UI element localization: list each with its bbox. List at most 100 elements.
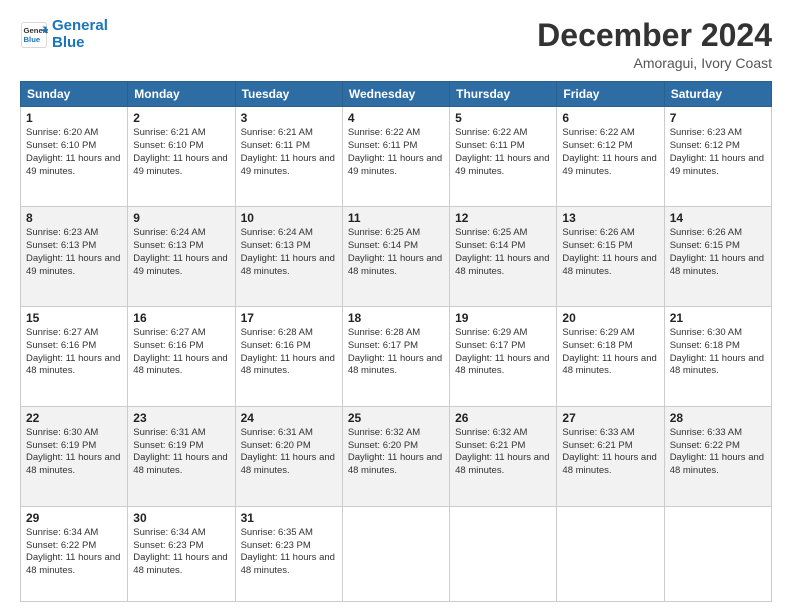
day-info: Sunrise: 6:30 AMSunset: 6:18 PMDaylight:…	[670, 327, 764, 376]
calendar-body: 1 Sunrise: 6:20 AMSunset: 6:10 PMDayligh…	[21, 107, 772, 602]
day-number: 13	[562, 211, 658, 225]
day-info: Sunrise: 6:23 AMSunset: 6:13 PMDaylight:…	[26, 227, 120, 276]
calendar-cell: 22 Sunrise: 6:30 AMSunset: 6:19 PMDaylig…	[21, 406, 128, 506]
calendar-cell: 8 Sunrise: 6:23 AMSunset: 6:13 PMDayligh…	[21, 207, 128, 307]
day-info: Sunrise: 6:32 AMSunset: 6:21 PMDaylight:…	[455, 427, 549, 476]
day-info: Sunrise: 6:27 AMSunset: 6:16 PMDaylight:…	[133, 327, 227, 376]
day-number: 3	[241, 111, 337, 125]
day-number: 16	[133, 311, 229, 325]
calendar-cell: 30 Sunrise: 6:34 AMSunset: 6:23 PMDaylig…	[128, 506, 235, 601]
day-number: 30	[133, 511, 229, 525]
day-info: Sunrise: 6:25 AMSunset: 6:14 PMDaylight:…	[455, 227, 549, 276]
title-block: December 2024 Amoragui, Ivory Coast	[537, 18, 772, 71]
day-info: Sunrise: 6:35 AMSunset: 6:23 PMDaylight:…	[241, 527, 335, 576]
day-number: 25	[348, 411, 444, 425]
day-info: Sunrise: 6:22 AMSunset: 6:11 PMDaylight:…	[348, 127, 442, 176]
day-number: 27	[562, 411, 658, 425]
day-info: Sunrise: 6:33 AMSunset: 6:21 PMDaylight:…	[562, 427, 656, 476]
day-number: 12	[455, 211, 551, 225]
calendar-table: SundayMondayTuesdayWednesdayThursdayFrid…	[20, 81, 772, 602]
calendar-cell: 21 Sunrise: 6:30 AMSunset: 6:18 PMDaylig…	[664, 306, 771, 406]
main-title: December 2024	[537, 18, 772, 53]
day-number: 23	[133, 411, 229, 425]
day-info: Sunrise: 6:26 AMSunset: 6:15 PMDaylight:…	[562, 227, 656, 276]
calendar-cell: 28 Sunrise: 6:33 AMSunset: 6:22 PMDaylig…	[664, 406, 771, 506]
day-number: 20	[562, 311, 658, 325]
calendar-day-header: Sunday	[21, 82, 128, 107]
calendar-day-header: Saturday	[664, 82, 771, 107]
calendar-cell: 25 Sunrise: 6:32 AMSunset: 6:20 PMDaylig…	[342, 406, 449, 506]
calendar-cell: 16 Sunrise: 6:27 AMSunset: 6:16 PMDaylig…	[128, 306, 235, 406]
calendar-cell: 9 Sunrise: 6:24 AMSunset: 6:13 PMDayligh…	[128, 207, 235, 307]
calendar-cell: 29 Sunrise: 6:34 AMSunset: 6:22 PMDaylig…	[21, 506, 128, 601]
day-info: Sunrise: 6:22 AMSunset: 6:12 PMDaylight:…	[562, 127, 656, 176]
calendar-cell: 15 Sunrise: 6:27 AMSunset: 6:16 PMDaylig…	[21, 306, 128, 406]
calendar-cell: 31 Sunrise: 6:35 AMSunset: 6:23 PMDaylig…	[235, 506, 342, 601]
day-info: Sunrise: 6:27 AMSunset: 6:16 PMDaylight:…	[26, 327, 120, 376]
day-number: 22	[26, 411, 122, 425]
day-number: 9	[133, 211, 229, 225]
day-info: Sunrise: 6:24 AMSunset: 6:13 PMDaylight:…	[241, 227, 335, 276]
calendar-day-header: Friday	[557, 82, 664, 107]
calendar-cell: 23 Sunrise: 6:31 AMSunset: 6:19 PMDaylig…	[128, 406, 235, 506]
calendar-cell: 10 Sunrise: 6:24 AMSunset: 6:13 PMDaylig…	[235, 207, 342, 307]
day-info: Sunrise: 6:29 AMSunset: 6:18 PMDaylight:…	[562, 327, 656, 376]
calendar-cell: 17 Sunrise: 6:28 AMSunset: 6:16 PMDaylig…	[235, 306, 342, 406]
calendar-week-row: 22 Sunrise: 6:30 AMSunset: 6:19 PMDaylig…	[21, 406, 772, 506]
day-info: Sunrise: 6:28 AMSunset: 6:17 PMDaylight:…	[348, 327, 442, 376]
calendar-cell: 26 Sunrise: 6:32 AMSunset: 6:21 PMDaylig…	[450, 406, 557, 506]
day-info: Sunrise: 6:31 AMSunset: 6:19 PMDaylight:…	[133, 427, 227, 476]
calendar-cell: 24 Sunrise: 6:31 AMSunset: 6:20 PMDaylig…	[235, 406, 342, 506]
day-number: 21	[670, 311, 766, 325]
day-number: 28	[670, 411, 766, 425]
day-number: 17	[241, 311, 337, 325]
day-number: 26	[455, 411, 551, 425]
calendar-cell: 5 Sunrise: 6:22 AMSunset: 6:11 PMDayligh…	[450, 107, 557, 207]
calendar-cell	[557, 506, 664, 601]
page: General Blue GeneralBlue December 2024 A…	[0, 0, 792, 612]
calendar-cell: 1 Sunrise: 6:20 AMSunset: 6:10 PMDayligh…	[21, 107, 128, 207]
calendar-day-header: Wednesday	[342, 82, 449, 107]
day-info: Sunrise: 6:31 AMSunset: 6:20 PMDaylight:…	[241, 427, 335, 476]
day-info: Sunrise: 6:26 AMSunset: 6:15 PMDaylight:…	[670, 227, 764, 276]
day-number: 24	[241, 411, 337, 425]
day-info: Sunrise: 6:29 AMSunset: 6:17 PMDaylight:…	[455, 327, 549, 376]
calendar-cell: 14 Sunrise: 6:26 AMSunset: 6:15 PMDaylig…	[664, 207, 771, 307]
logo: General Blue GeneralBlue	[20, 18, 108, 51]
day-info: Sunrise: 6:23 AMSunset: 6:12 PMDaylight:…	[670, 127, 764, 176]
logo-icon: General Blue	[20, 21, 48, 49]
calendar-week-row: 8 Sunrise: 6:23 AMSunset: 6:13 PMDayligh…	[21, 207, 772, 307]
svg-text:Blue: Blue	[24, 35, 41, 44]
calendar-day-header: Tuesday	[235, 82, 342, 107]
day-number: 15	[26, 311, 122, 325]
day-number: 8	[26, 211, 122, 225]
calendar-week-row: 29 Sunrise: 6:34 AMSunset: 6:22 PMDaylig…	[21, 506, 772, 601]
day-info: Sunrise: 6:21 AMSunset: 6:11 PMDaylight:…	[241, 127, 335, 176]
day-number: 11	[348, 211, 444, 225]
day-info: Sunrise: 6:32 AMSunset: 6:20 PMDaylight:…	[348, 427, 442, 476]
calendar-day-header: Thursday	[450, 82, 557, 107]
calendar-cell: 13 Sunrise: 6:26 AMSunset: 6:15 PMDaylig…	[557, 207, 664, 307]
day-info: Sunrise: 6:28 AMSunset: 6:16 PMDaylight:…	[241, 327, 335, 376]
calendar-cell: 7 Sunrise: 6:23 AMSunset: 6:12 PMDayligh…	[664, 107, 771, 207]
day-number: 29	[26, 511, 122, 525]
calendar-cell: 12 Sunrise: 6:25 AMSunset: 6:14 PMDaylig…	[450, 207, 557, 307]
day-number: 14	[670, 211, 766, 225]
day-info: Sunrise: 6:22 AMSunset: 6:11 PMDaylight:…	[455, 127, 549, 176]
day-info: Sunrise: 6:21 AMSunset: 6:10 PMDaylight:…	[133, 127, 227, 176]
header: General Blue GeneralBlue December 2024 A…	[20, 18, 772, 71]
day-number: 5	[455, 111, 551, 125]
calendar-cell: 11 Sunrise: 6:25 AMSunset: 6:14 PMDaylig…	[342, 207, 449, 307]
calendar-header: SundayMondayTuesdayWednesdayThursdayFrid…	[21, 82, 772, 107]
calendar-cell: 20 Sunrise: 6:29 AMSunset: 6:18 PMDaylig…	[557, 306, 664, 406]
calendar-cell: 4 Sunrise: 6:22 AMSunset: 6:11 PMDayligh…	[342, 107, 449, 207]
calendar-day-header: Monday	[128, 82, 235, 107]
day-number: 2	[133, 111, 229, 125]
day-info: Sunrise: 6:24 AMSunset: 6:13 PMDaylight:…	[133, 227, 227, 276]
calendar-header-row: SundayMondayTuesdayWednesdayThursdayFrid…	[21, 82, 772, 107]
subtitle: Amoragui, Ivory Coast	[537, 55, 772, 71]
calendar-cell: 18 Sunrise: 6:28 AMSunset: 6:17 PMDaylig…	[342, 306, 449, 406]
day-number: 19	[455, 311, 551, 325]
day-number: 7	[670, 111, 766, 125]
day-info: Sunrise: 6:20 AMSunset: 6:10 PMDaylight:…	[26, 127, 120, 176]
